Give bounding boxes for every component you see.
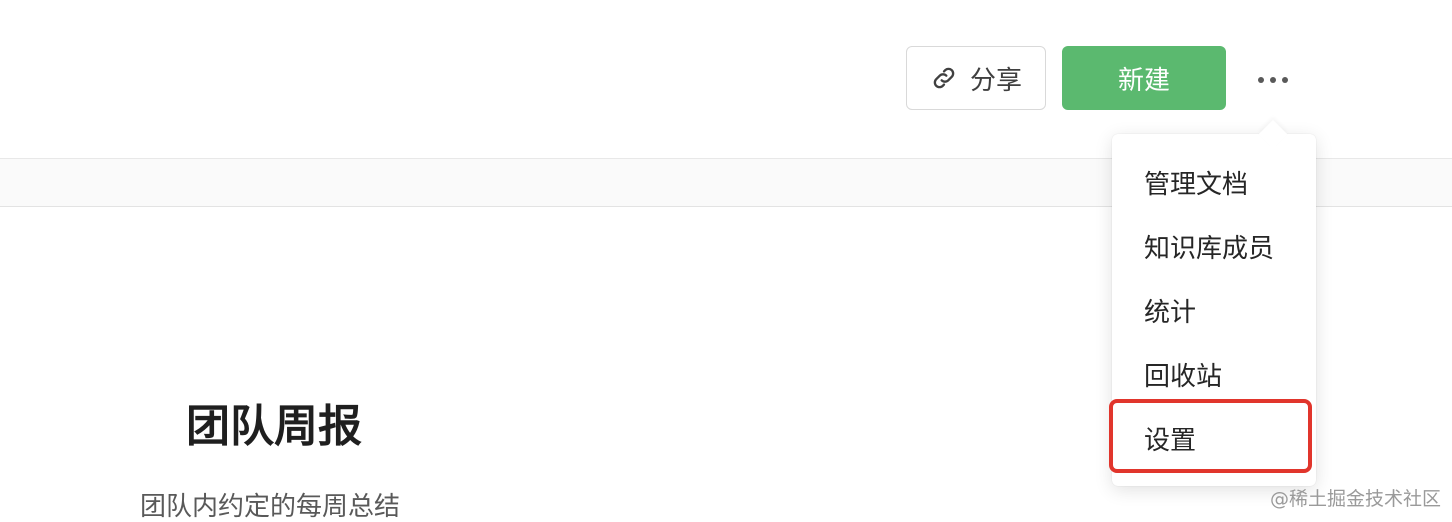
- link-icon: [930, 64, 958, 92]
- more-options-button[interactable]: [1250, 62, 1296, 98]
- new-button[interactable]: 新建: [1062, 46, 1226, 110]
- page-description: 团队内约定的每周总结: [140, 492, 401, 522]
- menu-item-recycle-bin[interactable]: 回收站: [1112, 342, 1316, 406]
- watermark: @稀土掘金技术社区: [1270, 488, 1442, 510]
- more-dot: [1270, 77, 1276, 83]
- menu-item-label: 知识库成员: [1144, 233, 1275, 264]
- menu-item-statistics[interactable]: 统计: [1112, 278, 1316, 342]
- page-title: 团队周报: [186, 401, 362, 452]
- share-button[interactable]: 分享: [906, 46, 1046, 110]
- new-button-label: 新建: [1117, 65, 1170, 96]
- menu-item-label: 回收站: [1144, 361, 1223, 392]
- more-dot: [1282, 77, 1288, 83]
- menu-item-members[interactable]: 知识库成员: [1112, 214, 1316, 278]
- settings-highlight-box: [1109, 399, 1312, 473]
- share-button-label: 分享: [969, 65, 1022, 96]
- more-dot: [1258, 77, 1264, 83]
- menu-item-label: 管理文档: [1144, 169, 1249, 200]
- menu-item-label: 统计: [1144, 297, 1197, 328]
- menu-item-manage-docs[interactable]: 管理文档: [1112, 150, 1316, 214]
